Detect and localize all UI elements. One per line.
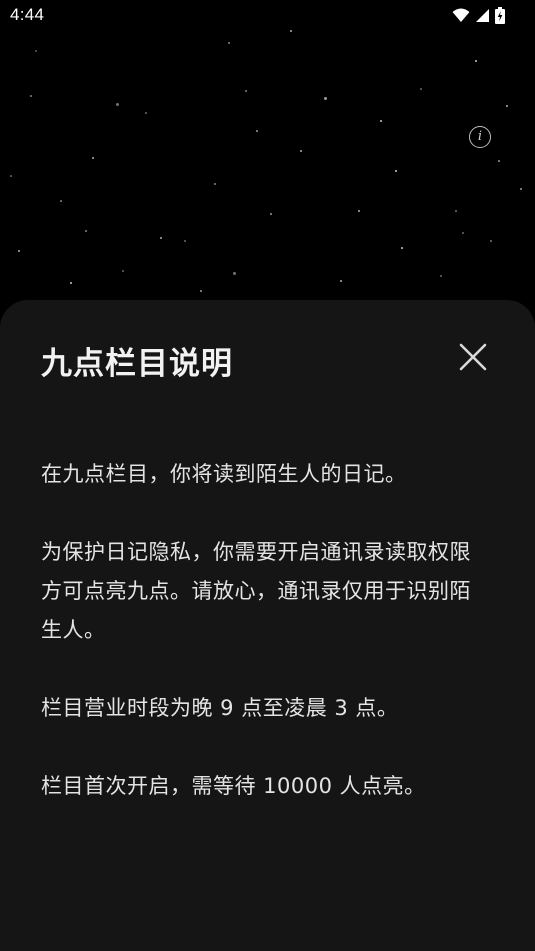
privacy-paragraph: 为保护日记隐私，你需要开启通讯录读取权限方可点亮九点。请放心，通讯录仅用于识别陌… xyxy=(41,540,471,642)
star xyxy=(475,60,477,62)
status-icons xyxy=(452,6,505,24)
description-paragraph: 在九点栏目，你将读到陌生人的日记。 xyxy=(41,462,407,486)
star xyxy=(228,42,230,44)
bottom-sheet: 九点栏目说明 在九点栏目，你将读到陌生人的日记。 为保护日记隐私，你需要开启通讯… xyxy=(0,300,535,951)
cellular-signal-icon xyxy=(475,8,490,23)
status-bar: 4:44 xyxy=(0,0,535,32)
star xyxy=(358,210,360,212)
star xyxy=(506,105,508,107)
star xyxy=(233,272,236,275)
star xyxy=(270,213,272,215)
star xyxy=(200,290,202,292)
star xyxy=(116,103,119,106)
star xyxy=(401,247,403,249)
star xyxy=(380,120,382,122)
sheet-body: 在九点栏目，你将读到陌生人的日记。 为保护日记隐私，你需要开启通讯录读取权限方可… xyxy=(41,455,491,845)
star xyxy=(340,280,342,282)
star xyxy=(498,160,500,162)
star xyxy=(145,112,147,114)
sheet-title: 九点栏目说明 xyxy=(41,346,233,382)
star xyxy=(30,95,32,97)
status-time: 4:44 xyxy=(10,5,45,24)
star xyxy=(214,183,216,185)
star xyxy=(184,240,186,242)
star xyxy=(85,230,87,232)
star xyxy=(256,130,258,132)
star xyxy=(92,157,94,159)
star xyxy=(10,175,12,177)
starry-sky-background xyxy=(0,0,535,320)
star xyxy=(520,188,522,190)
info-icon[interactable]: i xyxy=(469,126,491,148)
star xyxy=(122,270,124,272)
star xyxy=(18,250,20,252)
star xyxy=(160,237,162,239)
wifi-icon xyxy=(452,8,470,23)
star xyxy=(455,210,457,212)
star xyxy=(60,200,62,202)
star xyxy=(462,232,464,234)
launch-paragraph: 栏目首次开启，需等待 10000 人点亮。 xyxy=(41,774,426,798)
battery-charging-icon xyxy=(495,6,505,24)
star xyxy=(420,88,422,90)
star xyxy=(490,240,492,242)
star xyxy=(395,170,397,172)
star xyxy=(324,97,327,100)
close-icon[interactable] xyxy=(456,340,490,374)
star xyxy=(70,282,72,284)
screen: 4:44 i 九点栏目说明 在九点栏目，你将读到陌生人的日记。 为保护日记隐私，… xyxy=(0,0,535,951)
star xyxy=(35,50,37,52)
star xyxy=(440,275,442,277)
star xyxy=(300,150,302,152)
star xyxy=(245,90,247,92)
hours-paragraph: 栏目营业时段为晚 9 点至凌晨 3 点。 xyxy=(41,696,399,720)
